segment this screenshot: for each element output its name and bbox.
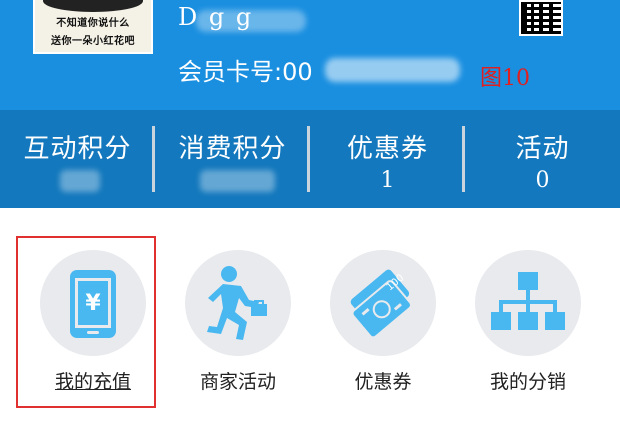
points-summary-bar: 互动积分 消费积分 优惠券 1 活动 0 xyxy=(0,110,620,208)
username: D g g xyxy=(178,3,254,31)
phone-yen-icon: ¥ xyxy=(70,270,116,338)
menu-my-recharge[interactable]: ¥ 我的充值 xyxy=(40,250,150,395)
stat-activities[interactable]: 活动 0 xyxy=(465,110,620,208)
svg-text:¥: ¥ xyxy=(85,291,101,316)
menu-icon-circle: 100 xyxy=(330,250,436,356)
member-card-number: 会员卡号:00 xyxy=(178,58,313,86)
menu-merchant-activities[interactable]: 商家活动 xyxy=(185,250,295,395)
menu-my-distribution[interactable]: 我的分销 xyxy=(475,250,585,395)
menu-label: 优惠券 xyxy=(354,371,412,393)
menu-icon-circle: ¥ xyxy=(40,250,146,356)
stat-label: 互动积分 xyxy=(23,134,132,164)
stat-value: 1 xyxy=(380,168,395,193)
stat-consumption-points[interactable]: 消费积分 xyxy=(155,110,310,208)
avatar-text-line1: 不知道你说什么 xyxy=(56,18,130,29)
org-chart-icon xyxy=(491,272,565,330)
menu-icon-circle xyxy=(185,250,291,356)
running-man-icon xyxy=(207,266,267,340)
menu-label: 我的分销 xyxy=(489,371,566,393)
avatar[interactable]: 不知道你说什么 送你一朵小红花吧 xyxy=(33,0,153,54)
stat-interaction-points[interactable]: 互动积分 xyxy=(0,110,155,208)
profile-header: 不知道你说什么 送你一朵小红花吧 D g g 会员卡号:00 图10 xyxy=(0,0,620,110)
avatar-text-line2: 送你一朵小红花吧 xyxy=(51,36,135,47)
card-number-redaction xyxy=(325,58,460,82)
menu-label: 商家活动 xyxy=(199,371,276,393)
stat-label: 活动 xyxy=(515,134,570,164)
stat-value: 0 xyxy=(535,168,550,193)
qr-code-icon[interactable] xyxy=(519,0,563,36)
figure-label: 图10 xyxy=(480,66,530,91)
menu-icon-circle xyxy=(475,250,581,356)
menu-label: 我的充值 xyxy=(54,371,131,393)
stat-label: 消费积分 xyxy=(178,134,287,164)
stat-value-redaction xyxy=(60,170,100,192)
stat-coupons[interactable]: 优惠券 1 xyxy=(310,110,465,208)
avatar-graphic xyxy=(43,0,143,12)
menu-coupons[interactable]: 100 优惠券 xyxy=(330,250,440,395)
stat-value-redaction xyxy=(200,170,275,192)
coupon-ticket-icon: 100 xyxy=(350,269,412,339)
stat-label: 优惠券 xyxy=(346,134,428,164)
